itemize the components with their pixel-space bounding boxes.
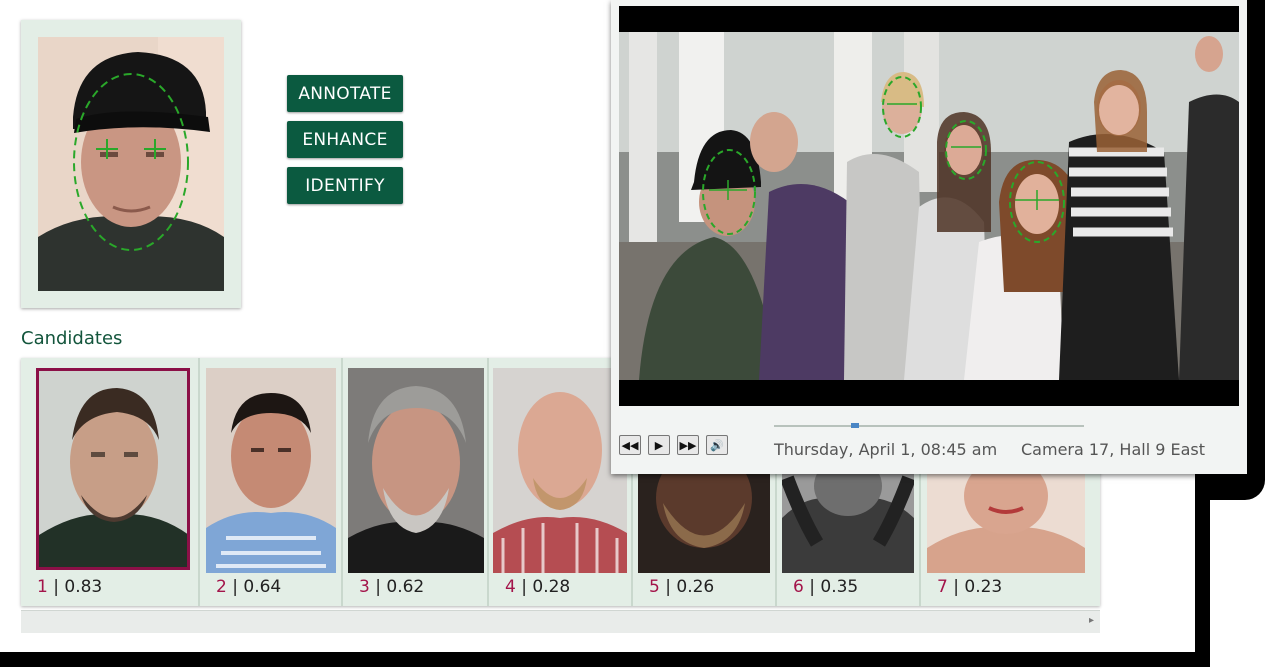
candidate-label: 7 | 0.23 bbox=[937, 577, 1003, 597]
candidate-photo bbox=[206, 368, 336, 573]
video-timestamp: Thursday, April 1, 08:45 am bbox=[774, 440, 998, 459]
query-face-photo bbox=[38, 37, 224, 291]
surveillance-scene bbox=[619, 32, 1239, 380]
candidate-card-2[interactable]: 2 | 0.64 bbox=[200, 358, 343, 606]
candidate-label: 4 | 0.28 bbox=[505, 577, 571, 597]
candidates-scrollbar[interactable]: ▸ bbox=[21, 610, 1100, 633]
candidate-label: 5 | 0.26 bbox=[649, 577, 715, 597]
play-icon[interactable]: ▶ bbox=[648, 435, 670, 455]
candidate-card-3[interactable]: 3 | 0.62 bbox=[343, 358, 489, 606]
volume-icon[interactable]: 🔊 bbox=[706, 435, 728, 455]
candidate-photo bbox=[493, 368, 627, 573]
progress-knob[interactable] bbox=[850, 423, 859, 428]
rewind-icon[interactable]: ◀◀ bbox=[619, 435, 641, 455]
candidate-label: 3 | 0.62 bbox=[359, 577, 425, 597]
enhance-button[interactable]: ENHANCE bbox=[287, 121, 403, 158]
candidate-label: 2 | 0.64 bbox=[216, 577, 282, 597]
background-shadow-corner bbox=[1195, 490, 1210, 667]
camera-label: Camera 17, Hall 9 East bbox=[1021, 440, 1206, 459]
candidate-photo bbox=[348, 368, 484, 573]
query-face-card bbox=[21, 20, 241, 308]
background-shadow-bottom bbox=[0, 652, 1205, 667]
video-frame[interactable] bbox=[619, 6, 1239, 406]
annotate-button[interactable]: ANNOTATE bbox=[287, 75, 403, 112]
playback-progress[interactable] bbox=[774, 423, 1084, 428]
selected-candidate-frame bbox=[36, 368, 190, 570]
identify-button[interactable]: IDENTIFY bbox=[287, 167, 403, 204]
video-player: ◀◀ ▶ ▶▶ 🔊 Thursday, April 1, 08:45 am Ca… bbox=[611, 0, 1247, 474]
candidate-label: 6 | 0.35 bbox=[793, 577, 859, 597]
candidate-label: 1 | 0.83 bbox=[37, 577, 103, 597]
scroll-right-arrow-icon[interactable]: ▸ bbox=[1089, 615, 1094, 626]
fast-forward-icon[interactable]: ▶▶ bbox=[677, 435, 699, 455]
candidates-title: Candidates bbox=[21, 328, 123, 349]
candidate-card-1[interactable]: 1 | 0.83 bbox=[21, 358, 200, 606]
